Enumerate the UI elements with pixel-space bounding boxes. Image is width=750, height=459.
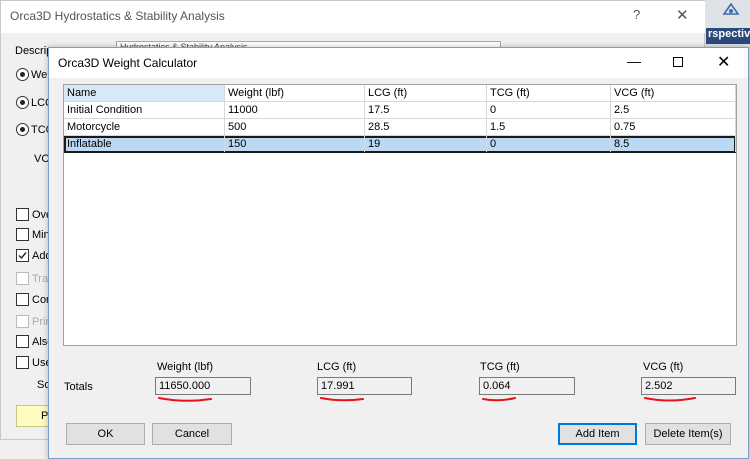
cancel-button[interactable]: Cancel — [152, 423, 232, 445]
table-row-selected[interactable]: Inflatable 150 19 0 8.5 — [64, 136, 736, 153]
option-checkbox-3[interactable] — [16, 249, 29, 262]
close-icon[interactable]: ✕ — [717, 52, 730, 72]
red-underline-annotation — [644, 397, 696, 402]
option-checkbox-6 — [16, 315, 29, 328]
column-header-vcg[interactable]: VCG (ft) — [611, 85, 736, 101]
cell-lcg[interactable]: 19 — [365, 136, 487, 152]
dialog-title: Orca3D Weight Calculator — [58, 56, 198, 70]
close-icon[interactable]: ✕ — [676, 6, 689, 24]
total-tcg-field[interactable]: 0.064 — [479, 377, 575, 395]
table-row[interactable]: Initial Condition 11000 17.5 0 2.5 — [64, 102, 736, 119]
lcg-radio[interactable] — [16, 96, 29, 109]
vc-label: VC — [34, 153, 50, 165]
stability-window-title: Orca3D Hydrostatics & Stability Analysis — [10, 9, 225, 23]
weight-radio-label: Wei — [31, 69, 50, 81]
cell-weight[interactable]: 150 — [225, 136, 365, 152]
ok-button[interactable]: OK — [66, 423, 145, 445]
total-weight-field[interactable]: 11650.000 — [155, 377, 251, 395]
weight-calculator-dialog: Orca3D Weight Calculator — ✕ Name Weight… — [48, 47, 749, 459]
maximize-icon[interactable] — [673, 57, 683, 67]
cell-lcg[interactable]: 17.5 — [365, 102, 487, 118]
cell-weight[interactable]: 11000 — [225, 102, 365, 118]
total-lcg-label: LCG (ft) — [317, 361, 357, 373]
red-underline-annotation — [158, 397, 212, 402]
option-checkbox-1[interactable] — [16, 208, 29, 221]
column-header-lcg[interactable]: LCG (ft) — [365, 85, 487, 101]
checkmark-icon — [18, 252, 27, 260]
red-underline-annotation — [320, 397, 364, 402]
total-vcg-field[interactable]: 2.502 — [641, 377, 736, 395]
cell-vcg[interactable]: 8.5 — [611, 136, 736, 152]
option-checkbox-5[interactable] — [16, 293, 29, 306]
option-checkbox-8[interactable] — [16, 356, 29, 369]
option-checkbox-2[interactable] — [16, 228, 29, 241]
cell-lcg[interactable]: 28.5 — [365, 119, 487, 135]
perspective-tab[interactable]: rspectiv — [706, 28, 750, 44]
total-weight-label: Weight (lbf) — [157, 361, 214, 373]
cell-weight[interactable]: 500 — [225, 119, 365, 135]
totals-label: Totals — [64, 381, 93, 393]
cell-tcg[interactable]: 1.5 — [487, 119, 611, 135]
dialog-titlebar: Orca3D Weight Calculator — ✕ — [49, 48, 748, 78]
red-underline-annotation — [482, 397, 516, 402]
cell-tcg[interactable]: 0 — [487, 136, 611, 152]
cell-vcg[interactable]: 0.75 — [611, 119, 736, 135]
stability-titlebar: Orca3D Hydrostatics & Stability Analysis… — [1, 1, 706, 33]
total-vcg-label: VCG (ft) — [643, 361, 684, 373]
cell-vcg[interactable]: 2.5 — [611, 102, 736, 118]
option-checkbox-4 — [16, 272, 29, 285]
description-label: Descrip — [15, 45, 53, 57]
weight-radio[interactable] — [16, 68, 29, 81]
table-header-row: Name Weight (lbf) LCG (ft) TCG (ft) VCG … — [64, 85, 736, 102]
minimize-icon[interactable]: — — [627, 53, 641, 69]
total-lcg-field[interactable]: 17.991 — [317, 377, 412, 395]
option-checkbox-label: Tra — [32, 273, 49, 285]
weight-items-table[interactable]: Name Weight (lbf) LCG (ft) TCG (ft) VCG … — [63, 84, 737, 346]
column-header-weight[interactable]: Weight (lbf) — [225, 85, 365, 101]
cell-name[interactable]: Motorcycle — [64, 119, 225, 135]
cell-tcg[interactable]: 0 — [487, 102, 611, 118]
app-tool-icon[interactable] — [722, 2, 740, 21]
option-checkbox-7[interactable] — [16, 335, 29, 348]
cell-name[interactable]: Initial Condition — [64, 102, 225, 118]
table-row[interactable]: Motorcycle 500 28.5 1.5 0.75 — [64, 119, 736, 136]
column-header-tcg[interactable]: TCG (ft) — [487, 85, 611, 101]
delete-items-button[interactable]: Delete Item(s) — [645, 423, 731, 445]
cell-name[interactable]: Inflatable — [64, 136, 225, 152]
tool-shape — [722, 2, 740, 15]
add-item-button[interactable]: Add Item — [558, 423, 637, 445]
column-header-name[interactable]: Name — [64, 85, 225, 101]
tcg-radio[interactable] — [16, 123, 29, 136]
total-tcg-label: TCG (ft) — [480, 361, 520, 373]
help-icon[interactable]: ? — [633, 7, 640, 22]
